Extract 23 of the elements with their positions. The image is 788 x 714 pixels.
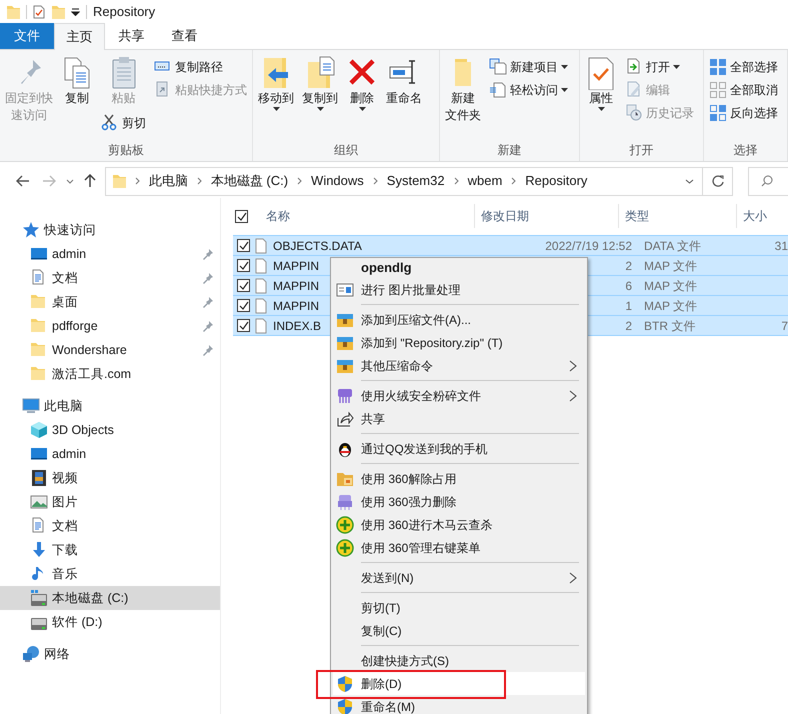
file-name: MAPPIN xyxy=(273,278,320,292)
file-type: MAP 文件 xyxy=(644,298,698,312)
modified-date: 1 xyxy=(625,298,632,314)
ribbon-group-label: 选择 xyxy=(732,142,758,157)
ribbon-group-label: 组织 xyxy=(333,142,359,157)
window-title: Repository xyxy=(93,3,156,22)
ribbon-group-label: 新建 xyxy=(496,142,522,157)
file-name: MAPPIN xyxy=(273,298,320,312)
modified-date: 2 xyxy=(625,258,632,274)
modified-date: 2 xyxy=(625,318,632,334)
file-type: BTR 文件 xyxy=(644,318,696,332)
ribbon-group-label: 打开 xyxy=(628,142,654,157)
ribbon-group-label: 剪贴板 xyxy=(107,142,145,157)
file-name: INDEX.B xyxy=(273,318,322,332)
modified-date: 2022/7/19 12:52 xyxy=(545,238,632,254)
file-type: MAP 文件 xyxy=(644,258,698,272)
file-type: MAP 文件 xyxy=(644,278,698,292)
file-size: 31 xyxy=(774,238,788,254)
file-size: 7 xyxy=(781,318,788,334)
file-type: DATA 文件 xyxy=(644,238,701,252)
modified-date: 6 xyxy=(625,278,632,294)
file-name: MAPPIN xyxy=(273,258,320,272)
file-name: OBJECTS.DATA xyxy=(273,238,362,252)
